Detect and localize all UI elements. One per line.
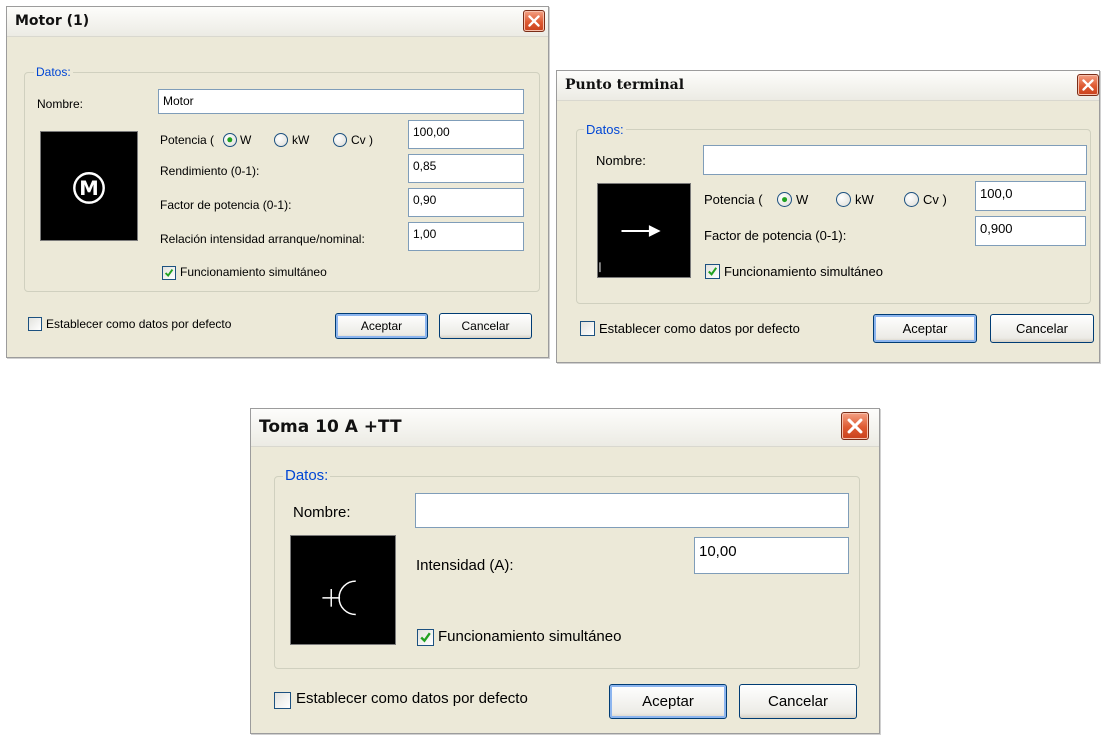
motor-efficiency-label: Rendimiento (0-1): — [160, 164, 260, 178]
motor-start-ratio-label: Relación intensidad arranque/nominal: — [160, 232, 365, 246]
terminal-simultaneous-checkbox[interactable] — [705, 264, 720, 279]
checkmark-icon — [164, 269, 174, 278]
toma-name-field[interactable] — [415, 493, 849, 528]
toma-default-checkbox[interactable] — [274, 692, 291, 709]
toma-accept-button[interactable]: Aceptar — [609, 684, 727, 719]
toma-dialog: Toma 10 A +TT Datos: Nombre: Intensidad … — [250, 408, 880, 734]
toma-name-label: Nombre: — [293, 504, 351, 521]
toma-close-button[interactable] — [841, 412, 869, 440]
terminal-symbol-preview — [597, 183, 691, 278]
terminal-name-label: Nombre: — [596, 153, 646, 168]
motor-dialog-title: Motor (1) — [15, 13, 90, 29]
terminal-group-label: Datos: — [584, 122, 626, 137]
checkmark-icon — [420, 632, 431, 643]
toma-dialog-title: Toma 10 A +TT — [259, 417, 402, 437]
close-icon — [847, 418, 863, 434]
motor-dialog: Motor (1) Datos: Nombre: Motor M Potenci… — [6, 6, 549, 358]
motor-accept-button[interactable]: Aceptar — [335, 313, 428, 339]
close-icon — [1082, 79, 1094, 91]
motor-default-checkbox[interactable] — [28, 317, 42, 331]
terminal-power-radio-w[interactable] — [777, 192, 792, 207]
toma-simultaneous-checkbox[interactable] — [417, 629, 434, 646]
motor-power-radio-kw-label: kW — [292, 133, 310, 147]
toma-current-label: Intensidad (A): — [416, 557, 514, 574]
terminal-simultaneous-label: Funcionamiento simultáneo — [724, 264, 883, 279]
terminal-dialog-title: Punto terminal — [565, 77, 685, 93]
motor-start-ratio-field[interactable]: 1,00 — [408, 222, 524, 251]
motor-default-label: Establecer como datos por defecto — [46, 317, 232, 331]
motor-close-button[interactable] — [523, 10, 545, 32]
motor-name-label: Nombre: — [37, 97, 84, 111]
terminal-power-factor-field[interactable]: 0,900 — [975, 216, 1086, 246]
terminal-dialog: Punto terminal Datos: Nombre: Potencia (… — [556, 70, 1100, 363]
motor-power-radio-w[interactable] — [223, 133, 237, 147]
motor-power-factor-label: Factor de potencia (0-1): — [160, 198, 292, 212]
arrow-right-icon — [599, 225, 661, 273]
motor-power-label: Potencia ( — [160, 133, 215, 147]
terminal-cancel-button[interactable]: Cancelar — [990, 314, 1094, 343]
motor-power-radio-kw[interactable] — [274, 133, 288, 147]
terminal-power-field[interactable]: 100,0 — [975, 181, 1086, 211]
motor-name-field[interactable]: Motor — [158, 89, 524, 114]
close-icon — [528, 15, 540, 27]
motor-symbol-letter: M — [79, 177, 98, 200]
terminal-default-checkbox[interactable] — [580, 321, 595, 336]
motor-power-radio-cv-label: Cv ) — [351, 133, 373, 147]
motor-simultaneous-checkbox[interactable] — [162, 266, 176, 280]
checkmark-icon — [708, 267, 718, 276]
motor-power-radio-w-label: W — [240, 133, 252, 147]
toma-symbol-preview — [290, 535, 396, 645]
terminal-power-label: Potencia ( — [704, 192, 763, 207]
motor-symbol-preview: M — [40, 131, 138, 241]
toma-titlebar[interactable]: Toma 10 A +TT — [251, 409, 879, 447]
terminal-power-factor-label: Factor de potencia (0-1): — [704, 228, 847, 243]
motor-cancel-button[interactable]: Cancelar — [439, 313, 532, 339]
terminal-power-radio-kw[interactable] — [836, 192, 851, 207]
terminal-name-field[interactable] — [703, 145, 1087, 175]
toma-simultaneous-label: Funcionamiento simultáneo — [438, 628, 622, 645]
motor-symbol-icon: M — [73, 172, 105, 204]
motor-titlebar[interactable]: Motor (1) — [7, 7, 548, 37]
terminal-power-radio-w-label: W — [796, 192, 809, 207]
terminal-power-radio-kw-label: kW — [855, 192, 874, 207]
terminal-close-button[interactable] — [1077, 74, 1099, 96]
terminal-titlebar[interactable]: Punto terminal — [557, 71, 1099, 101]
motor-group-label: Datos: — [34, 65, 73, 79]
motor-simultaneous-label: Funcionamiento simultáneo — [180, 265, 327, 279]
motor-power-radio-cv[interactable] — [333, 133, 347, 147]
motor-power-field[interactable]: 100,00 — [408, 120, 524, 149]
toma-cancel-button[interactable]: Cancelar — [739, 684, 857, 719]
motor-efficiency-field[interactable]: 0,85 — [408, 154, 524, 183]
toma-current-field[interactable]: 10,00 — [694, 537, 849, 574]
terminal-power-radio-cv[interactable] — [904, 192, 919, 207]
terminal-accept-button[interactable]: Aceptar — [873, 314, 977, 343]
toma-group-label: Datos: — [283, 467, 331, 484]
terminal-power-radio-cv-label: Cv ) — [923, 192, 947, 207]
motor-power-factor-field[interactable]: 0,90 — [408, 188, 524, 217]
toma-default-label: Establecer como datos por defecto — [296, 690, 528, 707]
socket-icon — [322, 580, 356, 616]
terminal-default-label: Establecer como datos por defecto — [599, 321, 800, 336]
